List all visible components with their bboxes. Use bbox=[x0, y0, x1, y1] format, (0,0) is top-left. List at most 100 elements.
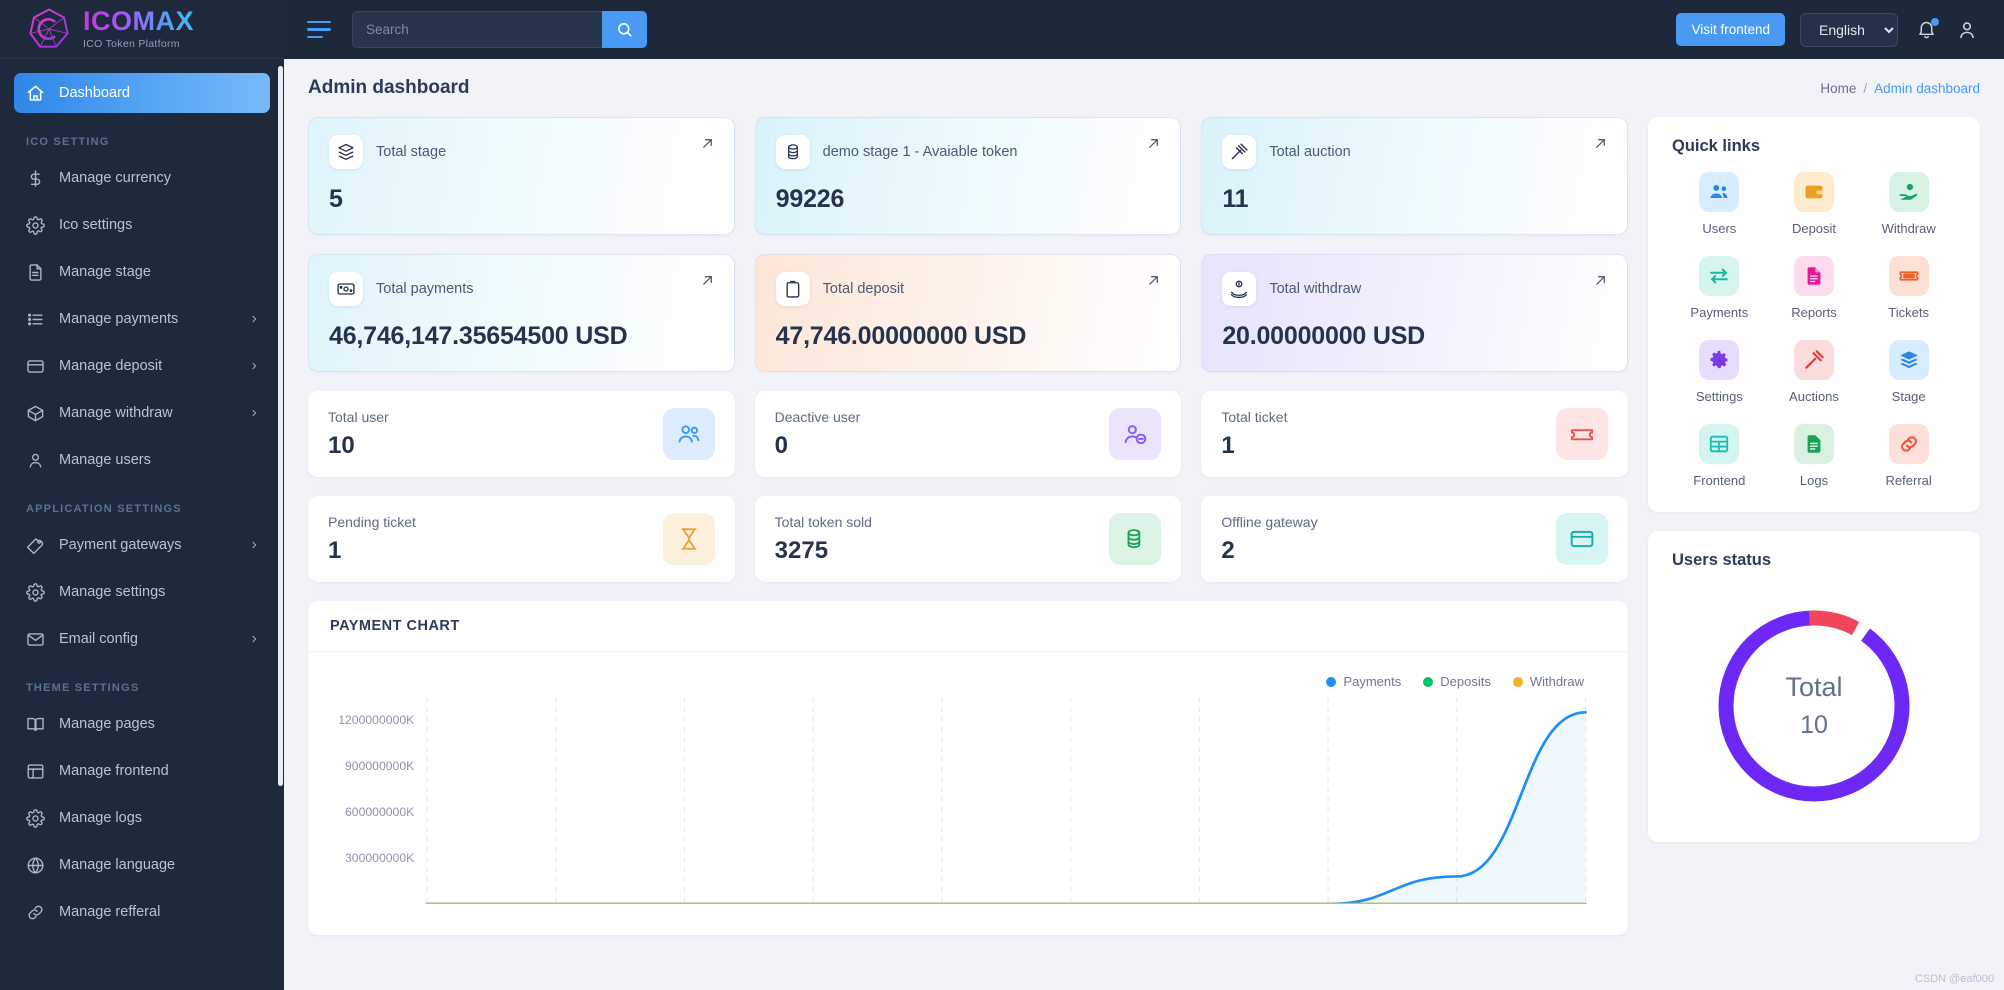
quick-link-settings[interactable]: Settings bbox=[1672, 340, 1767, 404]
open-arrow-icon[interactable] bbox=[1593, 273, 1608, 293]
stat-card-total-user[interactable]: Total user 10 bbox=[308, 391, 735, 477]
brand-logo[interactable]: ICOMAX ICO Token Platform bbox=[0, 0, 284, 59]
stat-card-value: 0 bbox=[774, 431, 789, 459]
notification-badge bbox=[1931, 17, 1939, 26]
svg-text:1200000000K: 1200000000K bbox=[338, 713, 414, 727]
quick-link-tickets[interactable]: Tickets bbox=[1861, 256, 1956, 320]
stat-card-total-payments[interactable]: Total payments 46,746,147.35654500 USD bbox=[308, 254, 735, 372]
stat-card-pending-ticket[interactable]: Pending ticket 1 bbox=[308, 496, 735, 582]
quick-link-withdraw[interactable]: Withdraw bbox=[1861, 172, 1956, 236]
sidebar: ICOMAX ICO Token Platform Dashboard ICO … bbox=[0, 0, 284, 990]
stat-card-label: Total ticket bbox=[1221, 408, 1288, 425]
legend-label: Deposits bbox=[1440, 674, 1491, 689]
users-status-title: Users status bbox=[1672, 551, 1772, 569]
gavel-icon bbox=[1793, 340, 1834, 380]
quick-link-label: Withdraw bbox=[1881, 221, 1936, 236]
menu-toggle-icon[interactable] bbox=[304, 15, 334, 45]
payment-chart-header: PAYMENT CHART bbox=[308, 601, 1628, 652]
quick-link-reports[interactable]: Reports bbox=[1767, 256, 1862, 320]
users-icon bbox=[1699, 172, 1740, 212]
language-select[interactable]: English bbox=[1800, 12, 1898, 47]
stat-card-value: 5 bbox=[329, 185, 343, 213]
open-arrow-icon[interactable] bbox=[1146, 136, 1161, 156]
layout-icon bbox=[26, 762, 45, 781]
quick-link-logs[interactable]: Logs bbox=[1767, 424, 1862, 488]
sidebar-item-label: Manage pages bbox=[59, 716, 155, 732]
sidebar-item-manage-logs[interactable]: Manage logs bbox=[14, 798, 270, 838]
stat-card-value: 20.00000000 USD bbox=[1222, 322, 1426, 350]
brand-subtitle: ICO Token Platform bbox=[83, 38, 180, 51]
stat-card-total-auction[interactable]: Total auction 11 bbox=[1201, 117, 1628, 235]
stat-card-total-token-sold[interactable]: Total token sold 3275 bbox=[754, 496, 1182, 582]
stat-card-label: Offline gateway bbox=[1221, 513, 1318, 530]
sidebar-item-manage-language[interactable]: Manage language bbox=[14, 845, 270, 885]
user-profile-button[interactable] bbox=[1954, 17, 1980, 43]
sidebar-item-manage-settings[interactable]: Manage settings bbox=[14, 572, 270, 612]
quick-link-auctions[interactable]: Auctions bbox=[1767, 340, 1862, 404]
users-status-donut: Total 10 bbox=[1702, 594, 1926, 818]
grid-icon bbox=[1699, 424, 1740, 464]
quick-link-label: Logs bbox=[1799, 473, 1829, 488]
open-arrow-icon[interactable] bbox=[1593, 136, 1608, 156]
sidebar-item-email-config[interactable]: Email config bbox=[14, 619, 270, 659]
search-button[interactable] bbox=[602, 11, 647, 48]
stat-card-total-withdraw[interactable]: Total withdraw 20.00000000 USD bbox=[1201, 254, 1628, 372]
sidebar-item-payment-gateways[interactable]: Payment gateways bbox=[14, 525, 270, 565]
hand-money-icon bbox=[1888, 172, 1929, 212]
sidebar-item-ico-settings[interactable]: Ico settings bbox=[14, 205, 270, 245]
sidebar-item-manage-currency[interactable]: Manage currency bbox=[14, 158, 270, 198]
quick-link-referral[interactable]: Referral bbox=[1861, 424, 1956, 488]
open-arrow-icon[interactable] bbox=[700, 273, 715, 293]
stat-card-total-ticket[interactable]: Total ticket 1 bbox=[1201, 391, 1628, 477]
stat-card-demo-stage-1-avaiable-token[interactable]: demo stage 1 - Avaiable token 99226 bbox=[754, 117, 1182, 235]
sidebar-item-manage-frontend[interactable]: Manage frontend bbox=[14, 751, 270, 791]
legend-item[interactable]: Payments bbox=[1326, 674, 1401, 689]
gradient-cards-row-1: Total stage 5 demo stage 1 - Avaiable toke… bbox=[308, 117, 1628, 235]
sidebar-item-manage-refferal[interactable]: Manage refferal bbox=[14, 892, 270, 932]
stat-card-offline-gateway[interactable]: Offline gateway 2 bbox=[1201, 496, 1628, 582]
layers-icon bbox=[1888, 340, 1929, 380]
sidebar-item-manage-pages[interactable]: Manage pages bbox=[14, 704, 270, 744]
search-icon bbox=[618, 23, 632, 37]
sidebar-item-manage-stage[interactable]: Manage stage bbox=[14, 252, 270, 292]
stat-card-label: Total payments bbox=[376, 281, 474, 297]
sidebar-item-manage-payments[interactable]: Manage payments bbox=[14, 299, 270, 339]
sidebar-item-dashboard[interactable]: Dashboard bbox=[14, 73, 270, 113]
sidebar-item-manage-withdraw[interactable]: Manage withdraw bbox=[14, 393, 270, 433]
open-arrow-icon[interactable] bbox=[1146, 273, 1161, 293]
sidebar-item-label: Email config bbox=[59, 631, 138, 647]
gear-icon bbox=[26, 808, 45, 828]
quick-link-frontend[interactable]: Frontend bbox=[1672, 424, 1767, 488]
stack-icon bbox=[329, 135, 363, 169]
stat-card-value: 1 bbox=[328, 536, 342, 564]
legend-item[interactable]: Deposits bbox=[1423, 674, 1491, 689]
sidebar-item-label: Manage refferal bbox=[59, 904, 161, 920]
sidebar-scrollbar[interactable] bbox=[278, 66, 283, 786]
donut-center-value: 10 bbox=[1800, 711, 1828, 739]
stat-card-deactive-user[interactable]: Deactive user 0 bbox=[754, 391, 1182, 477]
open-arrow-icon[interactable] bbox=[700, 136, 715, 156]
sidebar-item-manage-users[interactable]: Manage users bbox=[14, 440, 270, 480]
quick-link-deposit[interactable]: Deposit bbox=[1767, 172, 1862, 236]
legend-label: Payments bbox=[1343, 674, 1402, 689]
list-icon bbox=[26, 310, 45, 329]
visit-frontend-button[interactable]: Visit frontend bbox=[1676, 13, 1785, 46]
stat-card-total-stage[interactable]: Total stage 5 bbox=[308, 117, 735, 235]
quick-link-users[interactable]: Users bbox=[1672, 172, 1767, 236]
sidebar-item-label: Manage logs bbox=[59, 810, 143, 826]
quick-link-stage[interactable]: Stage bbox=[1861, 340, 1956, 404]
search-input[interactable] bbox=[352, 11, 602, 48]
quick-link-label: Users bbox=[1702, 221, 1737, 236]
quick-link-payments[interactable]: Payments bbox=[1672, 256, 1767, 320]
sidebar-section-title: APPLICATION SETTINGS bbox=[26, 503, 182, 515]
notifications-button[interactable] bbox=[1913, 17, 1939, 43]
link-icon bbox=[26, 903, 45, 922]
sidebar-item-manage-deposit[interactable]: Manage deposit bbox=[14, 346, 270, 386]
stat-card-value: 2 bbox=[1221, 536, 1235, 564]
breadcrumb-home[interactable]: Home bbox=[1820, 81, 1856, 96]
stat-card-total-deposit[interactable]: Total deposit 47,746.00000000 USD bbox=[754, 254, 1182, 372]
home-icon bbox=[26, 84, 45, 103]
stat-card-label: demo stage 1 - Avaiable token bbox=[822, 144, 1018, 160]
breadcrumb-separator: / bbox=[1863, 80, 1868, 96]
legend-item[interactable]: Withdraw bbox=[1512, 674, 1584, 689]
